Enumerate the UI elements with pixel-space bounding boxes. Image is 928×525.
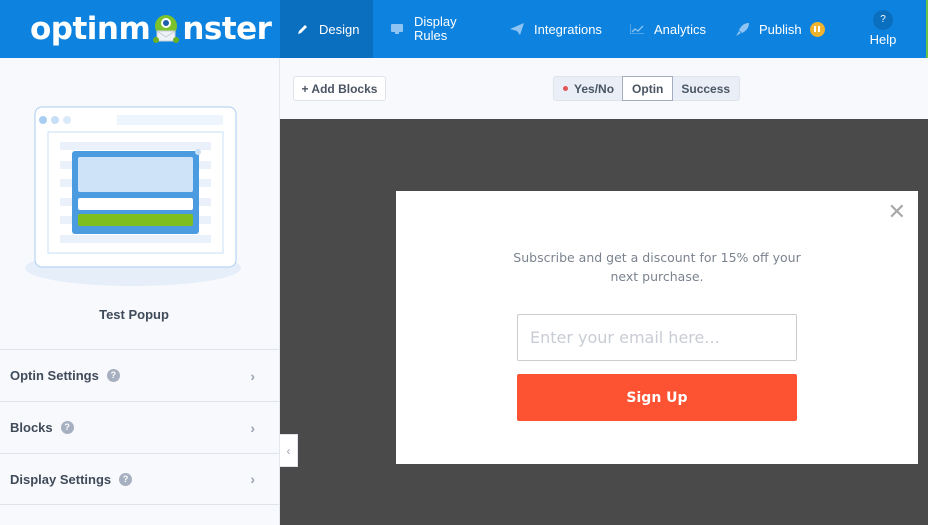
close-icon[interactable]: ✕	[888, 201, 906, 223]
nav-display-rules-line1: Display	[414, 14, 457, 29]
logo-text-left: optinm	[30, 11, 151, 47]
help-icon[interactable]: ?	[119, 472, 133, 486]
popup-preview: ✕ Subscribe and get a discount for 15% o…	[396, 191, 918, 464]
nav-integrations[interactable]: Integrations	[510, 0, 620, 58]
sidebar-item-display-settings[interactable]: Display Settings ? ›	[0, 453, 279, 505]
editor-toolbar: + Add Blocks Yes/No Optin Success	[280, 58, 928, 119]
optinmonster-logo[interactable]: optinm nster	[30, 10, 272, 48]
monitor-icon	[390, 23, 404, 35]
help-button[interactable]: ? Help	[866, 10, 900, 47]
popup-illustration	[25, 106, 245, 296]
view-switcher: Yes/No Optin Success	[553, 76, 741, 101]
view-tab-yes-no[interactable]: Yes/No	[554, 77, 623, 100]
help-icon: ?	[873, 10, 893, 30]
rocket-icon	[736, 22, 749, 36]
sidebar-item-blocks[interactable]: Blocks ? ›	[0, 401, 279, 453]
top-navigation-bar: optinm nster Design Display Rules Integra…	[0, 0, 928, 58]
sidebar: Test Popup Optin Settings ? › Blocks ? ›…	[0, 58, 280, 525]
logo-text-right: nster	[182, 11, 272, 47]
pencil-icon	[297, 23, 309, 35]
pause-icon	[809, 21, 825, 37]
chart-line-icon	[630, 24, 644, 34]
nav-design[interactable]: Design	[280, 0, 373, 58]
help-icon[interactable]: ?	[60, 421, 74, 434]
nav-analytics[interactable]: Analytics	[630, 0, 720, 58]
view-tab-optin[interactable]: Optin	[622, 76, 674, 101]
campaign-name: Test Popup	[99, 307, 169, 322]
chevron-right-icon: ›	[250, 367, 255, 384]
chevron-right-icon: ›	[250, 419, 255, 436]
sidebar-item-optin-settings[interactable]: Optin Settings ? ›	[0, 349, 279, 401]
help-icon[interactable]: ?	[106, 369, 120, 382]
nav-display-rules[interactable]: Display Rules	[373, 0, 493, 58]
nav-display-rules-line2: Rules	[414, 28, 448, 43]
monster-mascot-icon	[151, 14, 181, 44]
add-blocks-button[interactable]: + Add Blocks	[293, 76, 386, 101]
popup-text: Subscribe and get a discount for 15% off…	[513, 250, 801, 284]
email-field[interactable]	[517, 314, 797, 361]
status-dot	[563, 86, 568, 91]
chevron-right-icon: ›	[250, 471, 255, 487]
collapse-sidebar-button[interactable]: ‹	[280, 434, 298, 467]
paper-plane-icon	[510, 23, 524, 35]
nav-publish[interactable]: Publish	[736, 0, 836, 58]
view-tab-success[interactable]: Success	[672, 77, 739, 100]
sign-up-button[interactable]: Sign Up	[517, 374, 797, 421]
help-label: Help	[869, 32, 897, 47]
